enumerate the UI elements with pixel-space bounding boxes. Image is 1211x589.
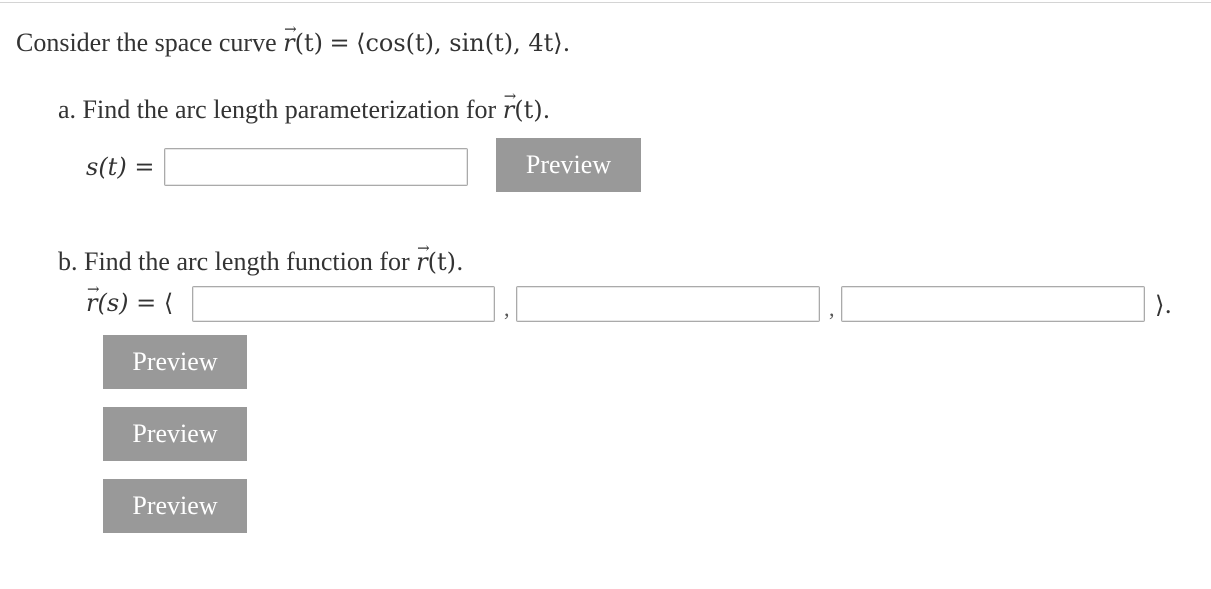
component-3-input[interactable] bbox=[841, 286, 1145, 322]
part-b-prompt: b. Find the arc length function for r(t)… bbox=[58, 233, 464, 277]
part-a-suffix: (t). bbox=[514, 96, 551, 124]
curve-definition: ⟨cos(t), sin(t), 4t⟩. bbox=[356, 29, 571, 57]
problem-intro: Consider the space curve bbox=[16, 28, 277, 57]
part-a-prefix: a. Find the arc length parameterization … bbox=[58, 95, 497, 124]
arc-length-parameterization-input[interactable] bbox=[164, 148, 468, 186]
s-of-t-label: s(t) = bbox=[86, 153, 155, 181]
component-2-preview-button[interactable]: Preview bbox=[103, 407, 247, 461]
r-vector-symbol: r bbox=[283, 14, 297, 58]
problem-statement: Consider the space curve r(t) = ⟨cos(t),… bbox=[16, 14, 571, 58]
closing-bracket: ⟩. bbox=[1155, 291, 1172, 319]
r-vector-symbol: r bbox=[86, 274, 100, 318]
component-1-input[interactable] bbox=[192, 286, 495, 322]
arc-length-label: s(t) = bbox=[86, 152, 154, 182]
part-b-prefix: b. Find the arc length function for bbox=[58, 247, 410, 276]
comma-separator: , bbox=[504, 296, 510, 321]
component-1-preview-button[interactable]: Preview bbox=[103, 335, 247, 389]
component-2-input[interactable] bbox=[516, 286, 820, 322]
r-vector-symbol: r bbox=[503, 81, 517, 125]
comma-separator: , bbox=[829, 296, 835, 321]
equals-sign: = bbox=[329, 29, 350, 57]
part-b-suffix: (t). bbox=[427, 248, 464, 276]
r-of-s-label: r(s) = ⟨ bbox=[86, 274, 174, 318]
r-vector-symbol: r bbox=[416, 233, 430, 277]
equals-open-bracket: = ⟨ bbox=[136, 289, 174, 317]
top-divider bbox=[0, 2, 1211, 3]
r-argument: (t) bbox=[294, 29, 323, 57]
r-of-s-argument: (s) bbox=[97, 289, 129, 317]
part-a-prompt: a. Find the arc length parameterization … bbox=[58, 81, 551, 125]
part-a-preview-button[interactable]: Preview bbox=[496, 138, 641, 192]
component-3-preview-button[interactable]: Preview bbox=[103, 479, 247, 533]
